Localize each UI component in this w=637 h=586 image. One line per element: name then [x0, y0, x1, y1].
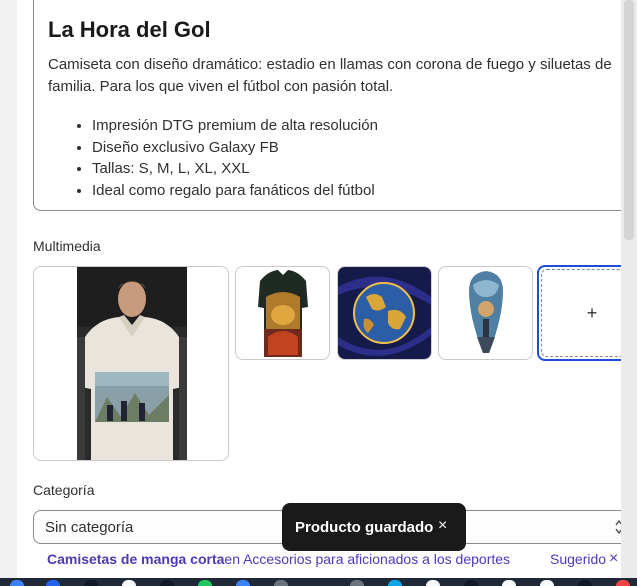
media-tile-main[interactable]: [33, 266, 229, 461]
category-suggestion: Camisetas de manga cortaen Accesorios pa…: [33, 549, 628, 571]
taskbar-app-icon[interactable]: [540, 580, 554, 586]
product-card: La Hora del Gol Camiseta con diseño dram…: [17, 0, 637, 586]
taskbar-app-icon[interactable]: [616, 580, 630, 586]
polo-model-image: [77, 267, 187, 460]
taskbar-app-icon[interactable]: [578, 580, 592, 586]
taskbar-app-icon[interactable]: [198, 580, 212, 586]
product-editor-page: La Hora del Gol Camiseta con diseño dram…: [0, 0, 637, 586]
description-bullets: Impresión DTG premium de alta resolución…: [48, 115, 378, 201]
taskbar-app-icon[interactable]: [84, 580, 98, 586]
bullet-item: Diseño exclusivo Galaxy FB: [92, 137, 378, 159]
media-section-label: Multimedia: [33, 238, 101, 254]
family-silhouette-image: [459, 267, 513, 359]
toast-message: Producto guardado: [295, 519, 434, 536]
suggestion-parent: en Accesorios para aficionados a los dep…: [224, 551, 511, 567]
taskbar-app-icon[interactable]: [10, 580, 24, 586]
suggested-badge: Sugerido: [550, 551, 607, 567]
media-tile-4[interactable]: [438, 266, 533, 360]
taskbar-app-icon[interactable]: [236, 580, 250, 586]
taskbar-app-icon[interactable]: [388, 580, 402, 586]
description-editor[interactable]: La Hora del Gol Camiseta con diseño dram…: [33, 0, 628, 211]
plus-icon: +: [586, 302, 598, 323]
left-gutter: [0, 0, 17, 586]
scrollbar[interactable]: [621, 0, 637, 586]
taskbar-app-icon[interactable]: [274, 580, 288, 586]
taskbar-app-icon[interactable]: [464, 580, 478, 586]
category-select-value: Sin categoría: [45, 519, 134, 536]
close-icon[interactable]: ×: [438, 517, 447, 535]
bullet-item: Ideal como regalo para fanáticos del fút…: [92, 180, 378, 202]
taskbar-app-icon[interactable]: [46, 580, 60, 586]
suggestion-category: Camisetas de manga corta: [47, 551, 225, 567]
taskbar-app-icon[interactable]: [122, 580, 136, 586]
media-tile-3[interactable]: [337, 266, 432, 360]
toast-notification: Producto guardado ×: [282, 503, 466, 551]
suggestion-link[interactable]: Camisetas de manga cortaen Accesorios pa…: [47, 551, 510, 567]
media-tile-2[interactable]: [235, 266, 330, 360]
scrollbar-thumb[interactable]: [624, 0, 634, 240]
taskbar-app-icon[interactable]: [160, 580, 174, 586]
dismiss-suggestion-icon[interactable]: ×: [609, 550, 618, 568]
bullet-item: Tallas: S, M, L, XL, XXL: [92, 158, 378, 180]
taskbar-app-icon[interactable]: [502, 580, 516, 586]
fire-shirt-image: [256, 267, 310, 359]
description-heading: La Hora del Gol: [48, 17, 211, 42]
taskbar-app-icon[interactable]: [426, 580, 440, 586]
category-label: Categoría: [33, 482, 95, 498]
taskbar-app-icon[interactable]: [350, 580, 364, 586]
description-paragraph: Camiseta con diseño dramático: estadio e…: [48, 56, 612, 95]
bullet-item: Impresión DTG premium de alta resolución: [92, 115, 378, 137]
golden-ball-image: [338, 267, 431, 359]
